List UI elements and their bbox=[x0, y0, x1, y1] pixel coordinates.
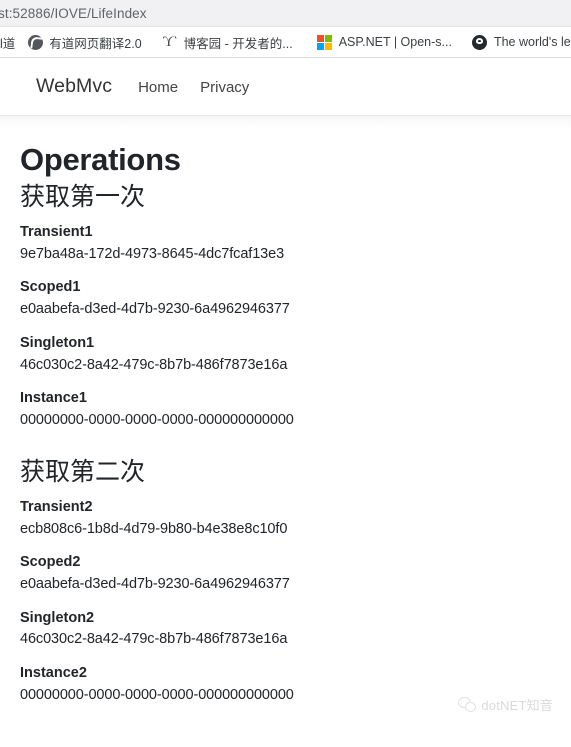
field-group-scoped2: Scoped2 e0aabefa-d3ed-4d7b-9230-6a496294… bbox=[20, 553, 571, 594]
field-label: Transient1 bbox=[20, 223, 93, 240]
bookmark-label: 博客园 - 开发者的... bbox=[183, 36, 293, 51]
bookmarks-bar: l道 有道网页翻译2.0 ϓ 博客园 - 开发者的... ASP.NET | O… bbox=[0, 27, 571, 58]
field-label: Singleton1 bbox=[20, 334, 95, 351]
page-content: Operations 获取第一次 Transient1 9e7ba48a-172… bbox=[0, 130, 571, 738]
bookmark-item-3[interactable]: ASP.NET | Open-s... bbox=[299, 27, 458, 57]
address-bar-url[interactable]: st:52886/IOVE/LifeIndex bbox=[0, 6, 147, 21]
nav-link-home[interactable]: Home bbox=[138, 79, 178, 96]
wechat-icon bbox=[458, 697, 477, 712]
bookmark-item-4[interactable]: The world's le bbox=[458, 27, 571, 57]
field-group-transient2: Transient2 ecb808c6-1b8d-4d79-9b80-b4e38… bbox=[20, 498, 571, 539]
bookmark-label: ASP.NET | Open-s... bbox=[338, 35, 452, 49]
section-heading-second: 获取第二次 bbox=[20, 457, 146, 486]
page-title: Operations bbox=[20, 142, 181, 177]
nav-link-privacy[interactable]: Privacy bbox=[200, 79, 249, 96]
field-group-instance1: Instance1 00000000-0000-0000-0000-000000… bbox=[20, 389, 571, 430]
field-label: Scoped2 bbox=[20, 554, 81, 571]
field-label: Scoped1 bbox=[20, 279, 81, 296]
field-value: e0aabefa-d3ed-4d7b-9230-6a4962946377 bbox=[20, 576, 290, 593]
bookmark-label: 有道网页翻译2.0 bbox=[49, 36, 142, 51]
field-label: Singleton2 bbox=[20, 609, 95, 626]
bookmark-item-2[interactable]: ϓ 博客园 - 开发者的... bbox=[148, 27, 299, 57]
field-group-scoped1: Scoped1 e0aabefa-d3ed-4d7b-9230-6a496294… bbox=[20, 278, 571, 319]
field-value: ecb808c6-1b8d-4d79-9b80-b4e38e8c10f0 bbox=[20, 520, 288, 537]
field-group-transient1: Transient1 9e7ba48a-172d-4973-8645-4dc7f… bbox=[20, 223, 571, 264]
field-group-singleton2: Singleton2 46c030c2-8a42-479c-8b7b-486f7… bbox=[20, 609, 571, 650]
navbar-shadow bbox=[0, 116, 571, 130]
bookmark-label: l道 bbox=[0, 36, 16, 51]
watermark-label: dotNET知音 bbox=[481, 698, 553, 713]
address-bar[interactable]: st:52886/IOVE/LifeIndex bbox=[0, 0, 571, 27]
bookmark-item-1[interactable]: 有道网页翻译2.0 bbox=[21, 27, 147, 57]
github-icon bbox=[472, 34, 488, 50]
field-value: 00000000-0000-0000-0000-000000000000 bbox=[20, 411, 294, 428]
field-value: 46c030c2-8a42-479c-8b7b-486f7873e16a bbox=[20, 356, 288, 373]
section-heading-first: 获取第一次 bbox=[20, 182, 146, 211]
browser-chrome: st:52886/IOVE/LifeIndex l道 有道网页翻译2.0 ϓ 博… bbox=[0, 0, 571, 58]
globe-icon bbox=[27, 34, 43, 50]
field-label: Instance2 bbox=[20, 664, 87, 681]
field-value: 46c030c2-8a42-479c-8b7b-486f7873e16a bbox=[20, 631, 288, 648]
field-value: 9e7ba48a-172d-4973-8645-4dc7fcaf13e3 bbox=[20, 245, 285, 262]
site-navbar: WebMvc Home Privacy bbox=[0, 58, 571, 116]
navbar-brand[interactable]: WebMvc bbox=[36, 75, 112, 98]
bookmark-item-0[interactable]: l道 bbox=[0, 27, 21, 57]
field-group-singleton1: Singleton1 46c030c2-8a42-479c-8b7b-486f7… bbox=[20, 334, 571, 375]
cnblogs-icon: ϓ bbox=[162, 33, 177, 50]
field-value: e0aabefa-d3ed-4d7b-9230-6a4962946377 bbox=[20, 301, 290, 318]
watermark: dotNET知音 bbox=[458, 695, 553, 714]
field-label: Instance1 bbox=[20, 390, 87, 407]
bookmark-label: The world's le bbox=[493, 35, 571, 49]
field-label: Transient2 bbox=[20, 498, 93, 515]
microsoft-icon bbox=[317, 34, 333, 50]
navbar-inner: WebMvc Home Privacy bbox=[0, 75, 271, 98]
